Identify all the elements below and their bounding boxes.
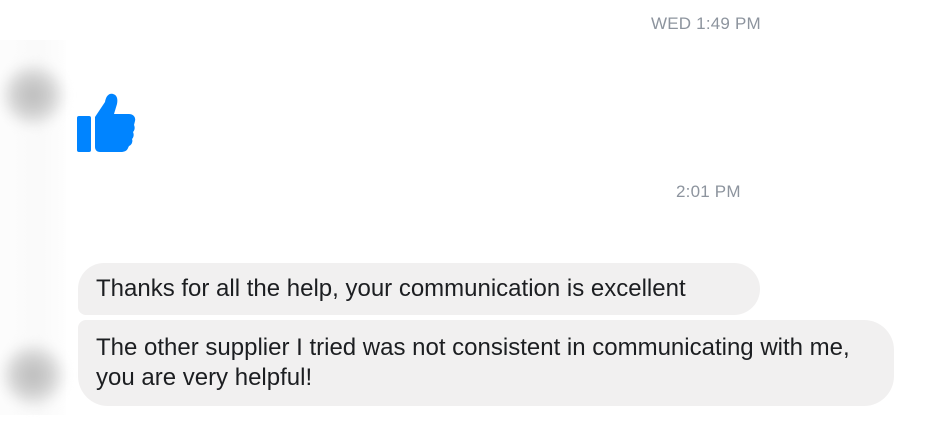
message-bubble[interactable]: Thanks for all the help, your communicat… (78, 263, 760, 315)
timestamp: 2:01 PM (676, 182, 741, 201)
thumbs-up-icon (77, 93, 136, 152)
message-bubble[interactable]: The other supplier I tried was not consi… (78, 320, 894, 406)
sender-avatar[interactable] (4, 66, 62, 124)
timestamp: WED 1:49 PM (651, 14, 761, 33)
conversation-panel: WED 1:49 PM 2:01 PM Thanks for all the h… (0, 0, 942, 426)
sender-avatar[interactable] (4, 346, 62, 404)
